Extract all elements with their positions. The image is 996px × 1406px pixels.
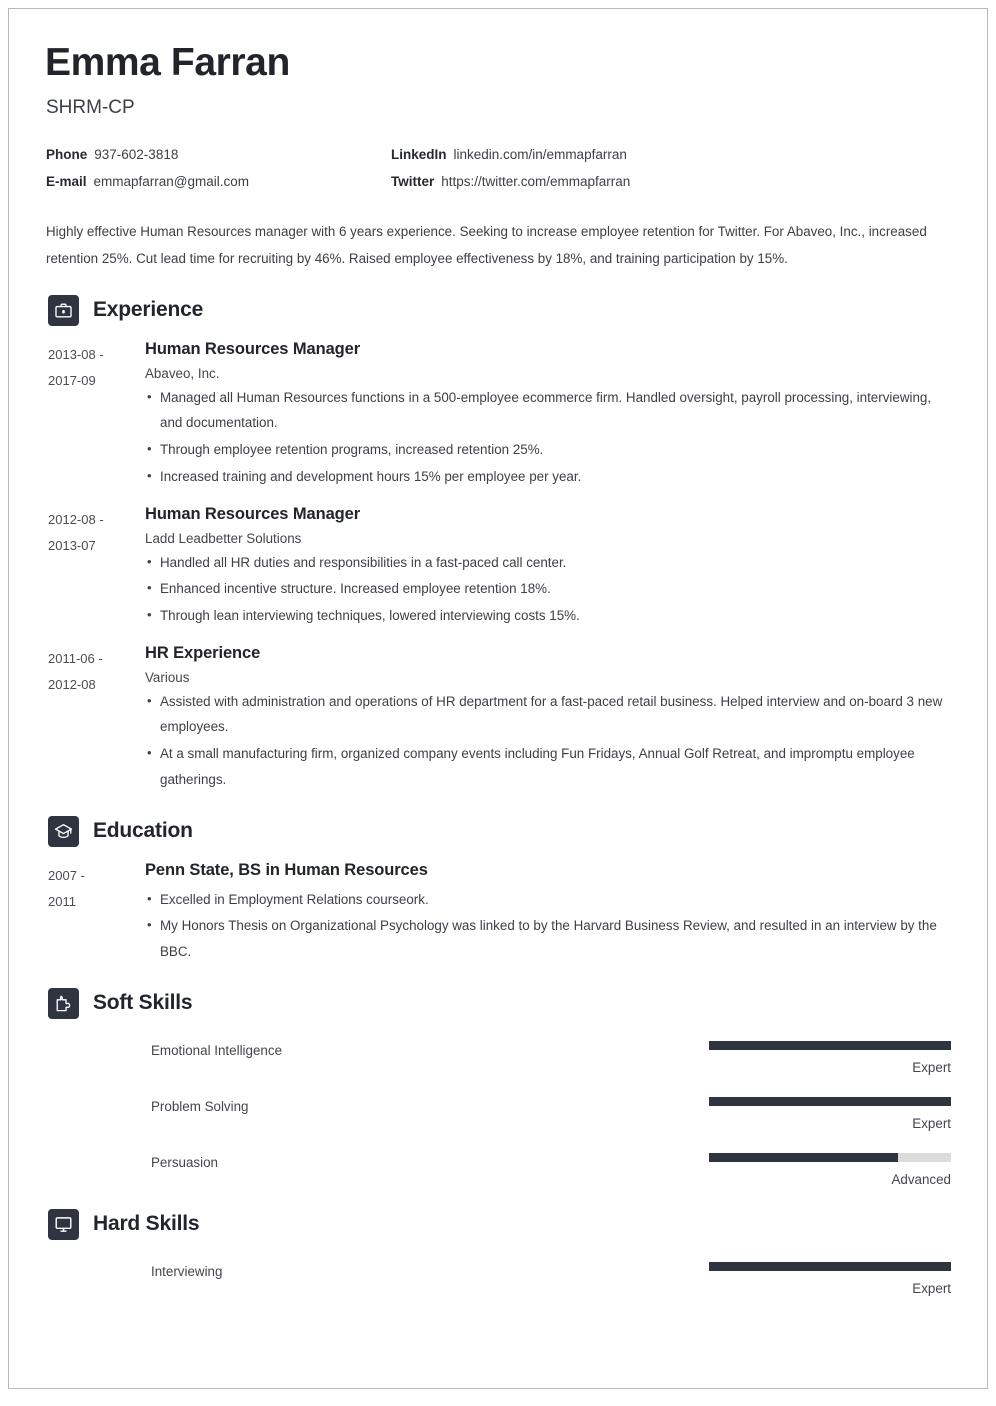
- contact-email[interactable]: E-mail emmapfarran@gmail.com: [46, 174, 391, 189]
- skill-name: Problem Solving: [151, 1098, 249, 1114]
- skill-bar-track: [709, 1040, 951, 1050]
- contact-label: LinkedIn: [391, 146, 447, 162]
- experience-entry: 2012-08 -2013-07 Human Resources Manager…: [43, 505, 951, 630]
- resume-content: Emma Farran SHRM-CP Phone 937-602-3818 L…: [9, 9, 987, 1296]
- contact-row: Phone 937-602-3818 LinkedIn linkedin.com…: [46, 147, 954, 162]
- section-header: Education: [48, 815, 951, 847]
- skill-bar-fill: [709, 1152, 898, 1162]
- entry-bullets: Assisted with administration and operati…: [145, 689, 945, 793]
- experience-entry: 2011-06 -2012-08 HR Experience Various A…: [43, 644, 951, 794]
- section-title: Hard Skills: [93, 1212, 200, 1236]
- candidate-name: Emma Farran: [45, 41, 290, 84]
- entry-title: HR Experience: [145, 643, 261, 662]
- section-header: Soft Skills: [48, 987, 951, 1019]
- bullet-item: Excelled in Employment Relations courseo…: [145, 887, 945, 913]
- entry-title: Penn State, BS in Human Resources: [145, 860, 428, 879]
- section-soft-skills: Soft Skills Emotional Intelligence Exper…: [43, 987, 951, 1187]
- section-education: Education 2007 -2011 Penn State, BS in H…: [43, 815, 951, 966]
- contact-value[interactable]: linkedin.com/in/emmapfarran: [454, 147, 627, 162]
- entry-title: Human Resources Manager: [145, 504, 361, 523]
- section-title: Experience: [93, 298, 204, 322]
- skill-level: Advanced: [891, 1171, 951, 1187]
- contact-value: 937-602-3818: [94, 146, 179, 162]
- skill-level: Expert: [912, 1280, 951, 1296]
- entry-bullets: Handled all HR duties and responsibiliti…: [145, 550, 945, 629]
- bullet-item: Increased training and development hours…: [145, 464, 945, 490]
- skill-row: Interviewing Expert: [43, 1261, 951, 1296]
- entry-organization: Ladd Leadbetter Solutions: [145, 530, 302, 546]
- entry-body: Penn State, BS in Human Resources Excell…: [145, 861, 951, 966]
- skill-bar-fill: [709, 1040, 951, 1050]
- contact-row: E-mail emmapfarran@gmail.com Twitter htt…: [46, 174, 954, 189]
- bullet-item: Handled all HR duties and responsibiliti…: [145, 550, 945, 576]
- section-title: Education: [93, 819, 193, 843]
- entry-dates: 2007 -2011: [48, 867, 85, 909]
- skill-meter: Advanced: [608, 1152, 951, 1187]
- skill-row: Problem Solving Expert: [43, 1096, 951, 1131]
- education-entry: 2007 -2011 Penn State, BS in Human Resou…: [43, 861, 951, 966]
- bullet-item: Managed all Human Resources functions in…: [145, 385, 945, 436]
- skill-row: Emotional Intelligence Expert: [43, 1040, 951, 1075]
- skill-bar-fill: [709, 1261, 951, 1271]
- contact-block: Phone 937-602-3818 LinkedIn linkedin.com…: [46, 147, 954, 189]
- skill-meter: Expert: [608, 1040, 951, 1075]
- entry-organization: Abaveo, Inc.: [145, 365, 220, 381]
- skill-name: Emotional Intelligence: [151, 1042, 283, 1058]
- contact-label: E-mail: [46, 173, 87, 189]
- puzzle-piece-icon: [48, 987, 79, 1019]
- section-header: Experience: [48, 294, 951, 326]
- experience-entry: 2013-08 -2017-09 Human Resources Manager…: [43, 340, 951, 491]
- skill-bar-track: [709, 1152, 951, 1162]
- entry-bullets: Managed all Human Resources functions in…: [145, 385, 945, 490]
- entry-body: HR Experience Various Assisted with admi…: [145, 644, 951, 794]
- briefcase-icon: [48, 294, 79, 326]
- section-hard-skills: Hard Skills Interviewing Expert: [43, 1208, 951, 1296]
- entry-dates: 2011-06 -2012-08: [48, 650, 103, 692]
- skill-name: Persuasion: [151, 1154, 218, 1170]
- candidate-subtitle: SHRM-CP: [46, 96, 135, 118]
- bullet-item: At a small manufacturing firm, organized…: [145, 741, 945, 792]
- entry-title: Human Resources Manager: [145, 339, 361, 358]
- entry-dates: 2012-08 -2013-07: [48, 511, 104, 553]
- contact-linkedin[interactable]: LinkedIn linkedin.com/in/emmapfarran: [391, 147, 627, 162]
- entry-bullets: Excelled in Employment Relations courseo…: [145, 887, 945, 965]
- section-title: Soft Skills: [93, 991, 193, 1015]
- bullet-item: Assisted with administration and operati…: [145, 689, 945, 740]
- skill-meter: Expert: [608, 1261, 951, 1296]
- contact-twitter[interactable]: Twitter https://twitter.com/emmapfarran: [391, 174, 630, 189]
- skill-bar-track: [709, 1096, 951, 1106]
- bullet-item: Through employee retention programs, inc…: [145, 437, 945, 463]
- bullet-item: Through lean interviewing techniques, lo…: [145, 603, 945, 629]
- contact-value[interactable]: https://twitter.com/emmapfarran: [441, 174, 630, 189]
- skill-bar-fill: [709, 1096, 951, 1106]
- entry-body: Human Resources Manager Abaveo, Inc. Man…: [145, 340, 951, 491]
- contact-value[interactable]: emmapfarran@gmail.com: [94, 174, 250, 189]
- skill-level: Expert: [912, 1059, 951, 1075]
- entry-body: Human Resources Manager Ladd Leadbetter …: [145, 505, 951, 630]
- skill-bar-track: [709, 1261, 951, 1271]
- entry-organization: Various: [145, 669, 190, 685]
- section-experience: Experience 2013-08 -2017-09 Human Resour…: [43, 294, 951, 794]
- graduation-cap-icon: [48, 815, 79, 847]
- bullet-item: Enhanced incentive structure. Increased …: [145, 576, 945, 602]
- entry-dates: 2013-08 -2017-09: [48, 346, 104, 388]
- skill-name: Interviewing: [151, 1263, 223, 1279]
- resume-page: Emma Farran SHRM-CP Phone 937-602-3818 L…: [8, 8, 988, 1389]
- contact-label: Twitter: [391, 173, 435, 189]
- skill-row: Persuasion Advanced: [43, 1152, 951, 1187]
- skill-meter: Expert: [608, 1096, 951, 1131]
- bullet-item: My Honors Thesis on Organizational Psych…: [145, 913, 945, 964]
- skill-level: Expert: [912, 1115, 951, 1131]
- professional-summary: Highly effective Human Resources manager…: [46, 223, 927, 266]
- contact-label: Phone: [46, 146, 88, 162]
- contact-phone: Phone 937-602-3818: [46, 147, 391, 162]
- monitor-icon: [48, 1208, 79, 1240]
- section-header: Hard Skills: [48, 1208, 951, 1240]
